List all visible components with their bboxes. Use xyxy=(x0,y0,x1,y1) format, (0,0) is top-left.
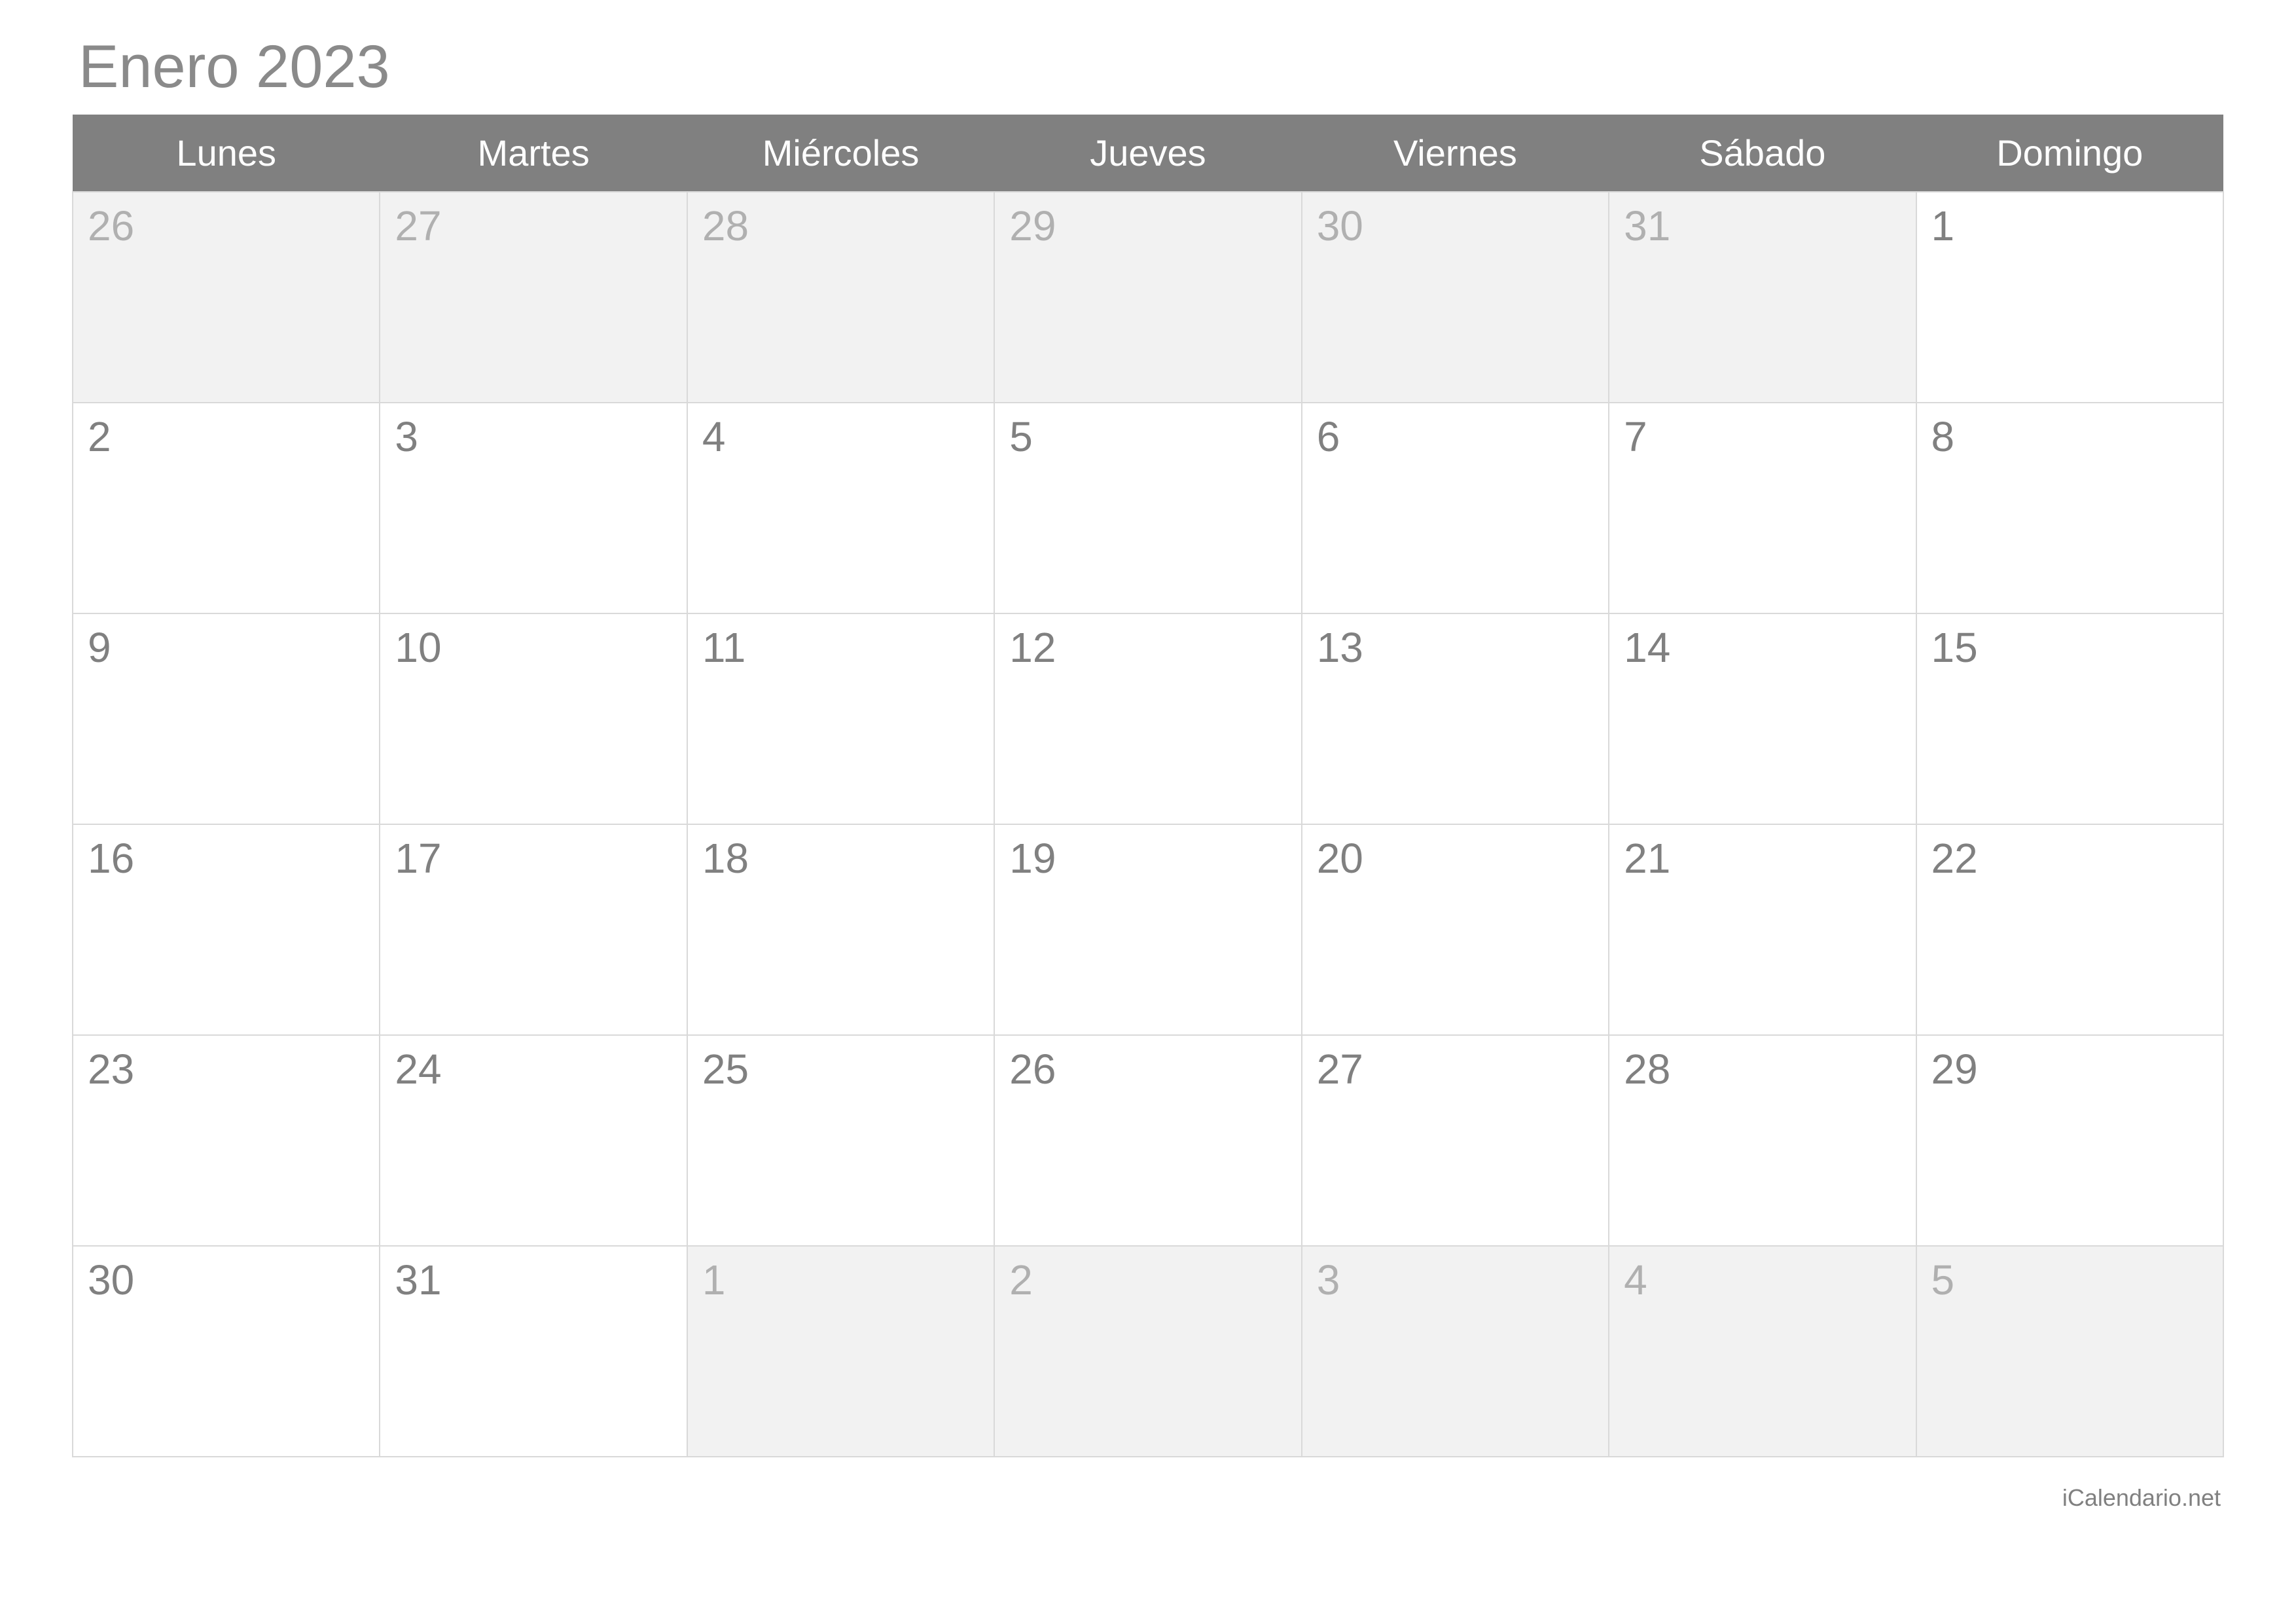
day-cell: 8 xyxy=(1916,403,2223,613)
day-cell: 24 xyxy=(380,1035,687,1246)
day-cell: 5 xyxy=(1916,1246,2223,1457)
calendar-title: Enero 2023 xyxy=(72,33,2224,101)
day-cell: 3 xyxy=(1302,1246,1609,1457)
week-row: 16 17 18 19 20 21 22 xyxy=(73,824,2223,1035)
day-cell: 6 xyxy=(1302,403,1609,613)
day-cell: 3 xyxy=(380,403,687,613)
day-cell: 15 xyxy=(1916,613,2223,824)
day-cell: 26 xyxy=(73,192,380,403)
day-cell: 12 xyxy=(994,613,1301,824)
day-cell: 7 xyxy=(1609,403,1916,613)
weekday-header-row: Lunes Martes Miércoles Jueves Viernes Sá… xyxy=(73,115,2223,192)
day-cell: 21 xyxy=(1609,824,1916,1035)
week-row: 2 3 4 5 6 7 8 xyxy=(73,403,2223,613)
day-cell: 23 xyxy=(73,1035,380,1246)
calendar-table: Lunes Martes Miércoles Jueves Viernes Sá… xyxy=(72,115,2224,1457)
day-cell: 4 xyxy=(687,403,994,613)
week-row: 30 31 1 2 3 4 5 xyxy=(73,1246,2223,1457)
weekday-header: Domingo xyxy=(1916,115,2223,192)
day-cell: 28 xyxy=(687,192,994,403)
weekday-header: Sábado xyxy=(1609,115,1916,192)
day-cell: 4 xyxy=(1609,1246,1916,1457)
week-row: 9 10 11 12 13 14 15 xyxy=(73,613,2223,824)
day-cell: 17 xyxy=(380,824,687,1035)
day-cell: 2 xyxy=(73,403,380,613)
day-cell: 19 xyxy=(994,824,1301,1035)
calendar-body: 26 27 28 29 30 31 1 2 3 4 5 6 7 8 9 10 1… xyxy=(73,192,2223,1457)
calendar-container: Enero 2023 Lunes Martes Miércoles Jueves… xyxy=(0,0,2296,1457)
day-cell: 11 xyxy=(687,613,994,824)
day-cell: 9 xyxy=(73,613,380,824)
day-cell: 29 xyxy=(1916,1035,2223,1246)
day-cell: 10 xyxy=(380,613,687,824)
day-cell: 29 xyxy=(994,192,1301,403)
day-cell: 22 xyxy=(1916,824,2223,1035)
day-cell: 18 xyxy=(687,824,994,1035)
day-cell: 5 xyxy=(994,403,1301,613)
day-cell: 25 xyxy=(687,1035,994,1246)
day-cell: 28 xyxy=(1609,1035,1916,1246)
day-cell: 27 xyxy=(380,192,687,403)
weekday-header: Miércoles xyxy=(687,115,994,192)
day-cell: 30 xyxy=(1302,192,1609,403)
day-cell: 1 xyxy=(1916,192,2223,403)
day-cell: 13 xyxy=(1302,613,1609,824)
day-cell: 31 xyxy=(1609,192,1916,403)
day-cell: 14 xyxy=(1609,613,1916,824)
day-cell: 27 xyxy=(1302,1035,1609,1246)
day-cell: 20 xyxy=(1302,824,1609,1035)
week-row: 26 27 28 29 30 31 1 xyxy=(73,192,2223,403)
weekday-header: Lunes xyxy=(73,115,380,192)
day-cell: 1 xyxy=(687,1246,994,1457)
day-cell: 16 xyxy=(73,824,380,1035)
week-row: 23 24 25 26 27 28 29 xyxy=(73,1035,2223,1246)
day-cell: 31 xyxy=(380,1246,687,1457)
day-cell: 26 xyxy=(994,1035,1301,1246)
footer-credit: iCalendario.net xyxy=(2062,1484,2221,1512)
day-cell: 2 xyxy=(994,1246,1301,1457)
weekday-header: Viernes xyxy=(1302,115,1609,192)
weekday-header: Jueves xyxy=(994,115,1301,192)
day-cell: 30 xyxy=(73,1246,380,1457)
weekday-header: Martes xyxy=(380,115,687,192)
